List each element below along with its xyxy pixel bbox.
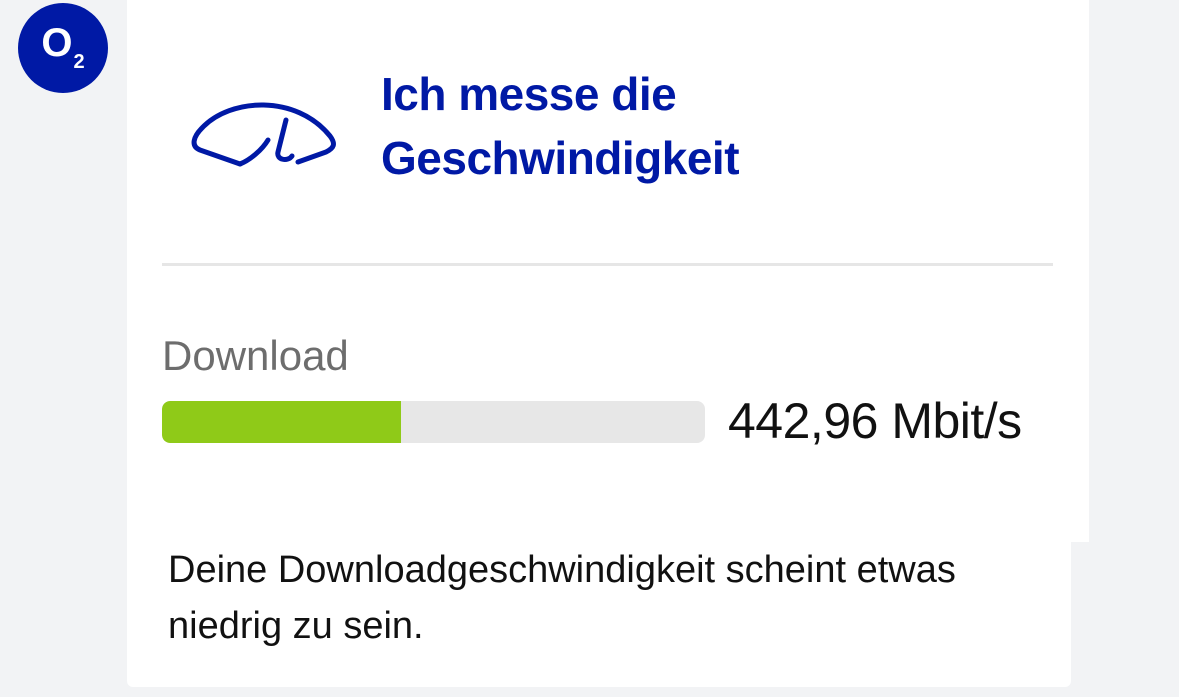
download-label: Download bbox=[162, 332, 349, 379]
divider bbox=[162, 263, 1053, 266]
download-progress-fill bbox=[162, 401, 401, 443]
title-line-1: Ich messe die bbox=[381, 68, 677, 120]
result-message: Deine Downloadgeschwindigkeit scheint et… bbox=[168, 549, 956, 647]
page-title: Ich messe die Geschwindigkeit bbox=[381, 62, 1061, 190]
logo-subscript: 2 bbox=[73, 51, 85, 73]
speedometer-icon bbox=[191, 102, 336, 167]
logo-letter: O bbox=[41, 21, 73, 65]
o2-logo: O2 bbox=[18, 3, 108, 93]
title-line-2: Geschwindigkeit bbox=[381, 132, 740, 184]
download-speed-value: 442,96 Mbit/s bbox=[728, 393, 1022, 449]
download-progress-bar bbox=[162, 401, 705, 443]
